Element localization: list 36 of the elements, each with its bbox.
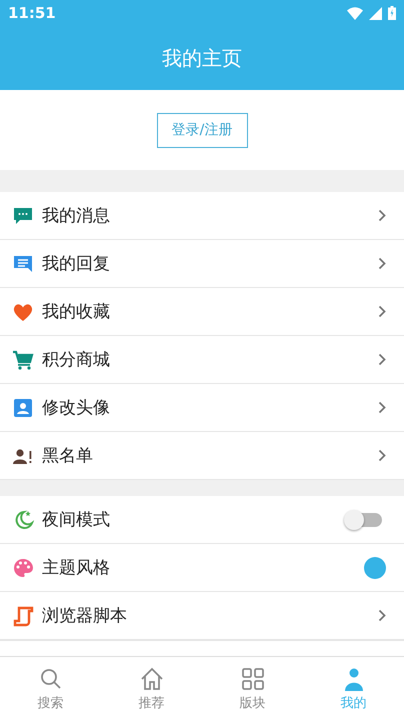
chevron-right-icon xyxy=(378,257,386,270)
status-time: 11:51 xyxy=(8,4,56,22)
menu-item[interactable]: 修改头像 xyxy=(0,384,404,432)
menu-label: 主题风格 xyxy=(42,557,111,579)
signal-icon xyxy=(369,6,382,20)
menu-label: 黑名单 xyxy=(42,445,94,467)
portrait-icon xyxy=(12,396,34,418)
chevron-right-icon xyxy=(378,401,386,414)
menu-item[interactable]: 我的收藏 xyxy=(0,288,404,336)
menu-label: 积分商城 xyxy=(42,349,111,371)
menu-label: 我的消息 xyxy=(42,205,111,227)
menu-label: 夜间模式 xyxy=(42,509,111,531)
wifi-icon xyxy=(347,6,363,20)
home-icon xyxy=(138,666,164,692)
menu-item[interactable]: 黑名单 xyxy=(0,432,404,480)
chevron-right-icon xyxy=(378,609,386,622)
battery-icon xyxy=(388,6,396,20)
menu-label: 我的收藏 xyxy=(42,301,111,323)
chevron-right-icon xyxy=(378,353,386,366)
color-dot[interactable] xyxy=(364,556,386,578)
page-title: 我的主页 xyxy=(162,44,242,72)
palette-icon xyxy=(12,556,34,578)
menu-label: 修改头像 xyxy=(42,397,111,419)
menu-label: 我的回复 xyxy=(42,253,111,275)
menu-label: 浏览器脚本 xyxy=(42,605,128,627)
menu-item[interactable]: 主题风格 xyxy=(0,544,404,592)
grid-icon xyxy=(240,666,266,692)
chevron-right-icon xyxy=(378,449,386,462)
menu-item[interactable]: 我的回复 xyxy=(0,240,404,288)
cart-icon xyxy=(12,348,34,370)
script-icon xyxy=(12,604,34,626)
menu-item[interactable]: 积分商城 xyxy=(0,336,404,384)
menu-item[interactable]: 夜间模式 xyxy=(0,496,404,544)
chevron-right-icon xyxy=(378,209,386,222)
chevron-right-icon xyxy=(378,305,386,318)
menu-item[interactable]: 我的消息 xyxy=(0,192,404,240)
